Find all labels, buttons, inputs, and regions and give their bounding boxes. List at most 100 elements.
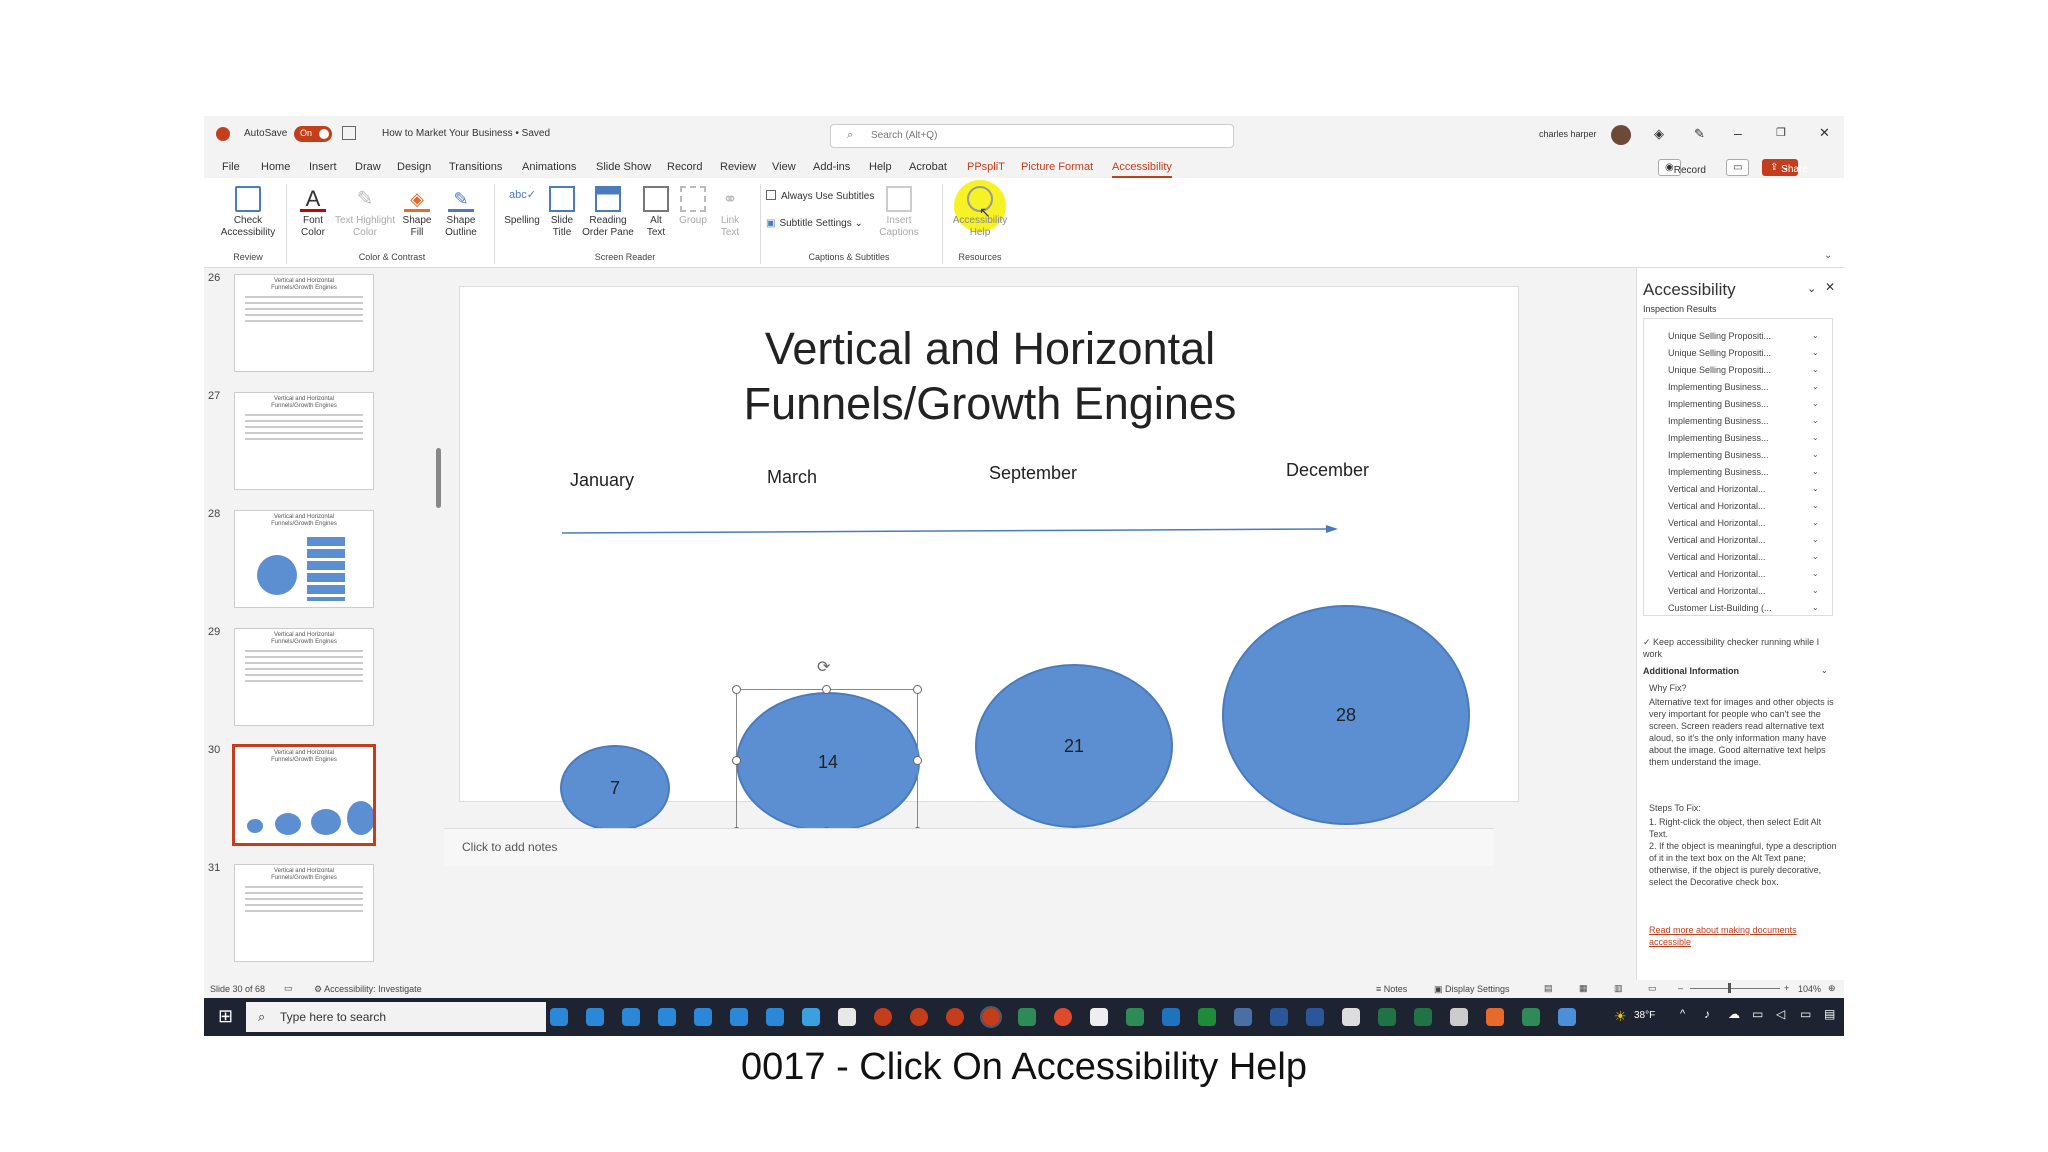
always-subtitles-checkbox[interactable]: Always Use Subtitles bbox=[766, 190, 874, 202]
document-title[interactable]: How to Market Your Business • Saved bbox=[382, 128, 550, 139]
tab-review[interactable]: Review bbox=[720, 161, 756, 173]
chevron-down-icon[interactable]: ⌄ bbox=[1812, 484, 1819, 493]
slide-sorter-icon[interactable]: ▦ bbox=[1579, 983, 1588, 994]
list-item[interactable]: Vertical and Horizontal... bbox=[1668, 552, 1766, 562]
chevron-down-icon[interactable]: ⌄ bbox=[1812, 331, 1819, 340]
list-item[interactable]: Vertical and Horizontal... bbox=[1668, 569, 1766, 579]
group-button[interactable]: Group bbox=[674, 186, 712, 227]
chevron-down-icon[interactable]: ⌄ bbox=[1812, 518, 1819, 527]
tab-view[interactable]: View bbox=[772, 161, 796, 173]
chevron-down-icon[interactable]: ⌄ bbox=[1812, 603, 1819, 612]
slide-thumbnail-30[interactable]: Vertical and Horizontal Funnels/Growth E… bbox=[232, 744, 376, 846]
slideshow-icon[interactable]: ▭ bbox=[1648, 983, 1657, 994]
normal-view-icon[interactable]: ▤ bbox=[1544, 983, 1553, 994]
excel-icon[interactable] bbox=[1378, 1008, 1396, 1026]
keep-checker-running-checkbox[interactable]: ✓ Keep accessibility checker running whi… bbox=[1643, 636, 1839, 660]
tab-file[interactable]: File bbox=[222, 161, 240, 173]
list-item[interactable]: Vertical and Horizontal... bbox=[1668, 535, 1766, 545]
resize-handle[interactable] bbox=[913, 685, 922, 694]
edge-icon[interactable] bbox=[730, 1008, 748, 1026]
tray-chevron-icon[interactable]: ^ bbox=[1680, 1008, 1685, 1020]
list-item[interactable]: Unique Selling Propositi... bbox=[1668, 331, 1771, 341]
tab-ppsplit[interactable]: PPspliT bbox=[967, 161, 1005, 173]
taskbar-search-input[interactable]: ⌕ Type here to search bbox=[246, 1002, 546, 1032]
zoom-out-icon[interactable]: – bbox=[1678, 983, 1683, 993]
circle-21[interactable]: 21 bbox=[975, 664, 1173, 828]
powerpoint-icon[interactable] bbox=[910, 1008, 928, 1026]
check-accessibility-button[interactable]: Check Accessibility bbox=[218, 186, 278, 239]
notes-button[interactable]: ≡ Notes bbox=[1376, 984, 1407, 994]
tab-help[interactable]: Help bbox=[869, 161, 892, 173]
slide-title-button[interactable]: Slide Title bbox=[542, 186, 582, 239]
tab-draw[interactable]: Draw bbox=[355, 161, 381, 173]
weather-icon[interactable]: ☀ bbox=[1614, 1008, 1627, 1025]
edge-icon[interactable] bbox=[586, 1008, 604, 1026]
notifications-icon[interactable]: ▤ bbox=[1824, 1007, 1835, 1021]
edge-icon[interactable] bbox=[550, 1008, 568, 1026]
chevron-down-icon[interactable]: ⌄ bbox=[1812, 569, 1819, 578]
additional-info-heading[interactable]: Additional Information bbox=[1643, 666, 1739, 676]
app-icon[interactable] bbox=[1342, 1008, 1360, 1026]
resize-handle[interactable] bbox=[732, 756, 741, 765]
tab-home[interactable]: Home bbox=[261, 161, 290, 173]
display-settings-button[interactable]: ▣ Display Settings bbox=[1434, 984, 1510, 995]
autosave-toggle[interactable]: On bbox=[294, 126, 332, 142]
list-item[interactable]: Vertical and Horizontal... bbox=[1668, 484, 1766, 494]
list-item[interactable]: Vertical and Horizontal... bbox=[1668, 586, 1766, 596]
list-item[interactable]: Vertical and Horizontal... bbox=[1668, 518, 1766, 528]
restore-icon[interactable]: ❐ bbox=[1776, 126, 1786, 139]
list-item[interactable]: Unique Selling Propositi... bbox=[1668, 348, 1771, 358]
save-icon[interactable] bbox=[342, 126, 356, 140]
month-label[interactable]: September bbox=[989, 463, 1077, 484]
zoom-level[interactable]: 104% bbox=[1798, 984, 1821, 994]
timeline-arrow[interactable] bbox=[560, 523, 1340, 539]
chevron-down-icon[interactable]: ⌄ bbox=[1812, 365, 1819, 374]
temperature[interactable]: 38°F bbox=[1634, 1010, 1655, 1021]
alt-text-button[interactable]: Alt Text bbox=[636, 186, 676, 239]
slide-thumbnail-29[interactable]: Vertical and Horizontal Funnels/Growth E… bbox=[234, 628, 374, 726]
month-label[interactable]: December bbox=[1286, 460, 1369, 481]
diamond-icon[interactable]: ◈ bbox=[1654, 126, 1664, 142]
app-icon[interactable] bbox=[1018, 1008, 1036, 1026]
text-highlight-button[interactable]: ✎ Text Highlight Color bbox=[334, 186, 396, 239]
tab-add-ins[interactable]: Add-ins bbox=[813, 161, 850, 173]
download-icon[interactable] bbox=[802, 1008, 820, 1026]
slide-thumbnail-27[interactable]: Vertical and Horizontal Funnels/Growth E… bbox=[234, 392, 374, 490]
chevron-down-icon[interactable]: ⌄ bbox=[1821, 666, 1828, 675]
chevron-down-icon[interactable]: ⌄ bbox=[1812, 382, 1819, 391]
accessibility-status[interactable]: ⚙ Accessibility: Investigate bbox=[314, 984, 422, 995]
app-icon[interactable] bbox=[1558, 1008, 1576, 1026]
powerpoint-icon[interactable] bbox=[874, 1008, 892, 1026]
app-icon[interactable] bbox=[1234, 1008, 1252, 1026]
list-item[interactable]: Unique Selling Propositi... bbox=[1668, 365, 1771, 375]
pane-close-icon[interactable]: ✕ bbox=[1825, 280, 1835, 294]
month-label[interactable]: March bbox=[767, 467, 817, 488]
chevron-down-icon[interactable]: ⌄ bbox=[1812, 433, 1819, 442]
app-icon[interactable] bbox=[1450, 1008, 1468, 1026]
slide-thumbnail-28[interactable]: Vertical and Horizontal Funnels/Growth E… bbox=[234, 510, 374, 608]
edge-icon[interactable] bbox=[694, 1008, 712, 1026]
powerpoint-icon[interactable] bbox=[946, 1008, 964, 1026]
resize-handle[interactable] bbox=[913, 756, 922, 765]
list-item[interactable]: Implementing Business... bbox=[1668, 399, 1769, 409]
app-icon[interactable] bbox=[1198, 1008, 1216, 1026]
zoom-slider[interactable] bbox=[1690, 988, 1780, 989]
chevron-down-icon[interactable]: ⌄ bbox=[1812, 348, 1819, 357]
powerpoint-active-icon[interactable] bbox=[980, 1006, 1002, 1028]
tab-design[interactable]: Design bbox=[397, 161, 431, 173]
search-input[interactable]: Search (Alt+Q) ⌕ bbox=[830, 124, 1234, 148]
fit-slide-icon[interactable]: ⊕ bbox=[1828, 983, 1836, 994]
excel-icon[interactable] bbox=[1414, 1008, 1432, 1026]
circle-7[interactable]: 7 bbox=[560, 745, 670, 831]
notes-pane[interactable]: Click to add notes bbox=[444, 828, 1494, 866]
tab-animations[interactable]: Animations bbox=[522, 161, 576, 173]
resize-handle[interactable] bbox=[732, 685, 741, 694]
chevron-down-icon[interactable]: ⌄ bbox=[1812, 416, 1819, 425]
tab-accessibility[interactable]: Accessibility bbox=[1112, 161, 1172, 178]
shape-fill-button[interactable]: ◈ Shape Fill bbox=[394, 186, 440, 239]
pen-icon[interactable]: ✎ bbox=[1694, 126, 1705, 142]
thumbnail-scrollbar[interactable] bbox=[436, 448, 441, 508]
tab-record[interactable]: Record bbox=[667, 161, 702, 173]
chevron-down-icon[interactable]: ⌄ bbox=[1812, 501, 1819, 510]
edge-icon[interactable] bbox=[622, 1008, 640, 1026]
